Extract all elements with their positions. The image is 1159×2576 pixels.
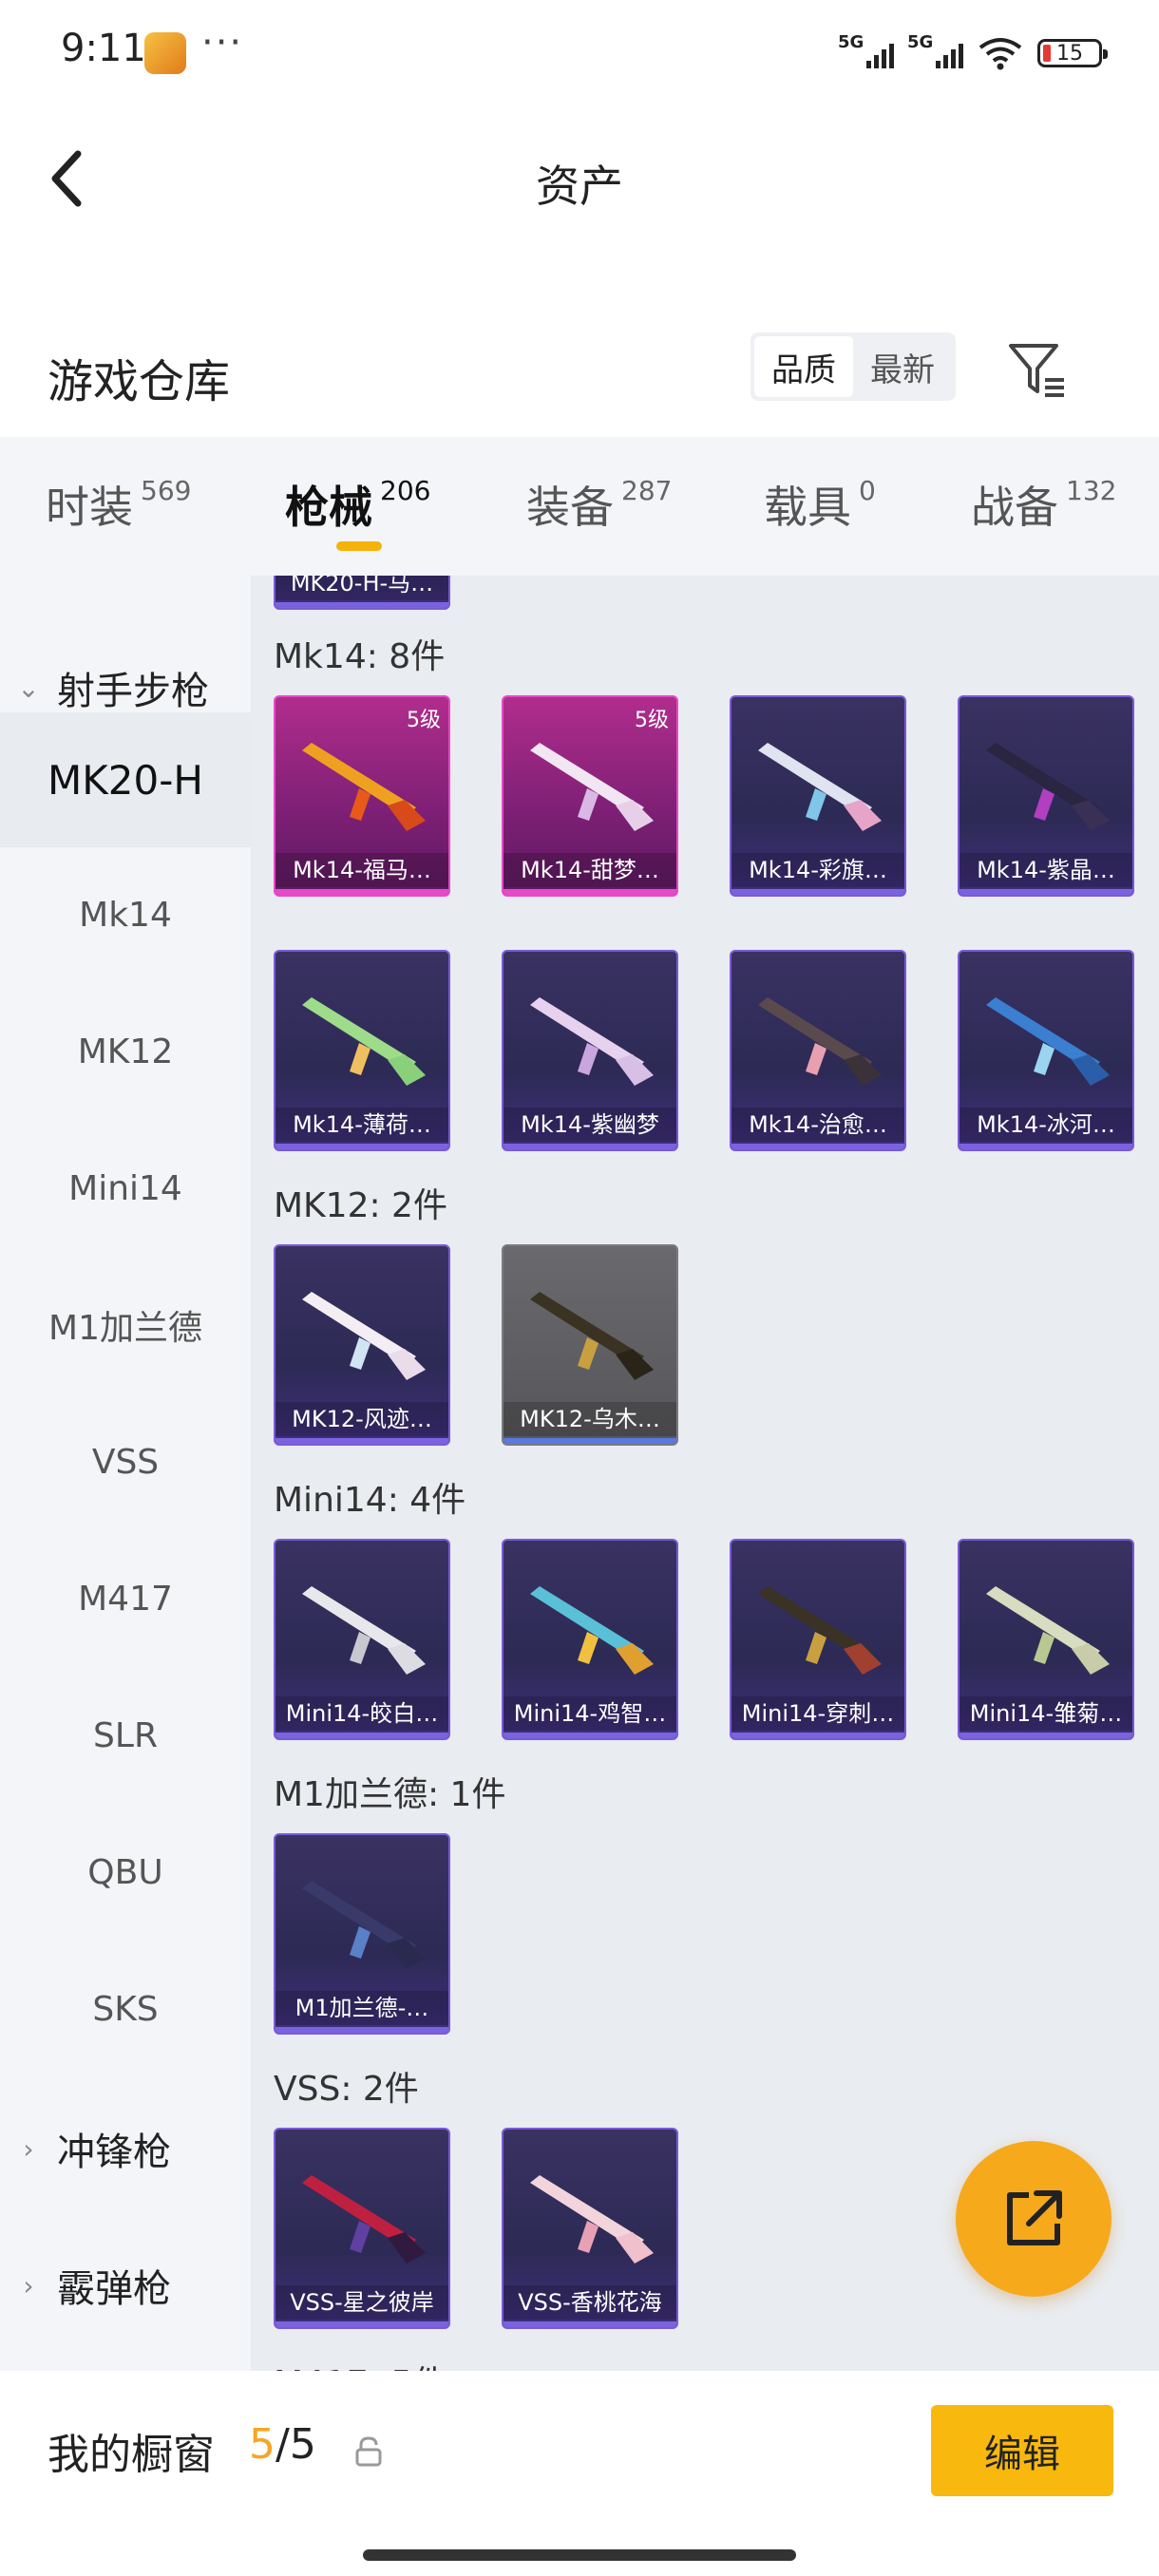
skin-card[interactable]: Mk14-冰河… (958, 950, 1134, 1151)
rifle-icon (530, 1292, 654, 1380)
status-icons: 5G 5G 15 (838, 32, 1108, 74)
showcase-title: 我的橱窗 (48, 2431, 215, 2479)
sort-by-newest[interactable]: 最新 (853, 336, 952, 397)
chevron-right-icon: › (23, 2269, 34, 2301)
battery-icon: 15 (1037, 39, 1108, 67)
warehouse-title: 游戏仓库 (48, 355, 231, 408)
rifle-icon (986, 743, 1110, 831)
filter-icon[interactable] (1005, 338, 1068, 401)
sidebar-item-mini14[interactable]: Mini14 (0, 1121, 251, 1256)
group-shotgun[interactable]: › 霰弹枪 (0, 2238, 251, 2333)
showcase-count: 5/5 (249, 2420, 316, 2469)
rifle-icon (302, 1881, 426, 1969)
tab-supplies[interactable]: 战备 132 (971, 473, 1116, 549)
chevron-right-icon: › (23, 2132, 34, 2165)
sidebar-item-sks[interactable]: SKS (0, 1941, 251, 2076)
section-title-m417: M417: 5件 (274, 2356, 446, 2371)
sidebar-item-vss[interactable]: VSS (0, 1394, 251, 1529)
status-time: 9:11 (61, 27, 146, 70)
signal-icon: 5G (838, 32, 894, 68)
rifle-icon (530, 2175, 654, 2263)
skin-card[interactable]: Mini14-穿刺… (730, 1539, 906, 1740)
rifle-icon (758, 1586, 882, 1675)
chevron-down-icon: ⌄ (17, 672, 40, 704)
section-title-vss: VSS: 2件 (274, 2070, 419, 2109)
section-title-mini14: Mini14: 4件 (274, 1481, 466, 1520)
skin-card[interactable]: Mk14-紫晶… (958, 695, 1134, 897)
skin-card[interactable]: Mk14-治愈… (730, 950, 906, 1151)
rifle-icon (530, 1586, 654, 1675)
sidebar-item-qbu[interactable]: QBU (0, 1805, 251, 1940)
skin-card[interactable]: 5级 Mk14-甜梦… (502, 695, 678, 897)
rifle-icon (986, 997, 1110, 1086)
skin-card[interactable]: Mini14-雏菊… (958, 1539, 1134, 1740)
sidebar-item-mk20h[interactable]: MK20-H (0, 712, 251, 847)
sidebar-item-m417[interactable]: M417 (0, 1531, 251, 1666)
sidebar-item-mk12[interactable]: MK12 (0, 984, 251, 1119)
lock-icon[interactable] (353, 2435, 384, 2468)
skin-card[interactable]: Mini14-皎白… (274, 1539, 450, 1740)
skin-card[interactable]: Mini14-鸡智… (502, 1539, 678, 1740)
signal-icon-2: 5G (907, 32, 963, 68)
skin-card[interactable]: Mk14-紫幽梦 (502, 950, 678, 1151)
skin-card[interactable]: Mk14-彩旗… (730, 695, 906, 897)
rifle-icon (302, 997, 426, 1086)
active-tab-indicator (336, 541, 382, 551)
share-button[interactable] (956, 2141, 1112, 2297)
weapon-sidebar: ⌄ 射手步枪 MK20-H Mk14 MK12 Mini14 M1加兰德 VSS… (0, 576, 251, 2371)
section-title-mk12: MK12: 2件 (274, 1186, 447, 1225)
section-title-m1garand: M1加兰德: 1件 (274, 1775, 506, 1814)
section-title-mk14: Mk14: 8件 (274, 637, 446, 676)
tab-guns[interactable]: 枪械 206 (285, 473, 430, 549)
group-smg[interactable]: › 冲锋枪 (0, 2101, 251, 2196)
showcase-bar: 我的橱窗 5/5 编辑 (0, 2371, 1159, 2576)
sidebar-item-slr[interactable]: SLR (0, 1668, 251, 1803)
sort-toggle: 品质 最新 (750, 332, 956, 401)
more-notifications-icon: ··· (201, 21, 244, 65)
rifle-icon (530, 997, 654, 1086)
skin-card[interactable]: 5级 Mk14-福马… (274, 695, 450, 897)
tab-equipment[interactable]: 装备 287 (526, 473, 672, 549)
sort-by-quality[interactable]: 品质 (754, 336, 853, 397)
header: 资产 (0, 104, 1159, 247)
rifle-icon (302, 1292, 426, 1380)
skin-card[interactable]: VSS-香桃花海 (502, 2128, 678, 2329)
edit-button[interactable]: 编辑 (931, 2405, 1113, 2496)
status-bar: 9:11 ··· 5G 5G 15 (0, 0, 1159, 104)
rifle-icon (530, 743, 654, 831)
wifi-icon (978, 38, 1022, 70)
rifle-icon (758, 997, 882, 1086)
rifle-icon (302, 1586, 426, 1675)
tab-fashion[interactable]: 时装 569 (46, 473, 191, 549)
rifle-icon (986, 1586, 1110, 1675)
skin-card[interactable]: M1加兰德-… (274, 1833, 450, 2035)
skin-card[interactable]: MK20-H-马… (274, 576, 450, 610)
category-tabs: 时装 569 枪械 206 装备 287 载具 0 战备 132 (0, 437, 1159, 576)
rifle-icon (758, 743, 882, 831)
skin-card[interactable]: MK12-风迹… (274, 1244, 450, 1446)
tab-vehicles[interactable]: 载具 0 (764, 473, 876, 549)
skin-card[interactable]: MK12-乌木… (502, 1244, 678, 1446)
skin-card[interactable]: VSS-星之彼岸 (274, 2128, 450, 2329)
sidebar-item-mk14[interactable]: Mk14 (0, 847, 251, 982)
game-app-icon (144, 32, 186, 74)
sidebar-item-m1garand[interactable]: M1加兰德 (0, 1258, 251, 1392)
share-icon (1007, 2190, 1062, 2245)
weapon-grid: MK20-H-马… Mk14: 8件 5级 Mk14-福马… 5级 Mk14-甜… (251, 576, 1159, 2371)
rifle-icon (302, 743, 426, 831)
skin-card[interactable]: Mk14-薄荷… (274, 950, 450, 1151)
page-title: 资产 (536, 161, 623, 212)
warehouse-row: 游戏仓库 品质 最新 (0, 323, 1159, 437)
home-indicator (363, 2549, 796, 2561)
rifle-icon (302, 2175, 426, 2263)
